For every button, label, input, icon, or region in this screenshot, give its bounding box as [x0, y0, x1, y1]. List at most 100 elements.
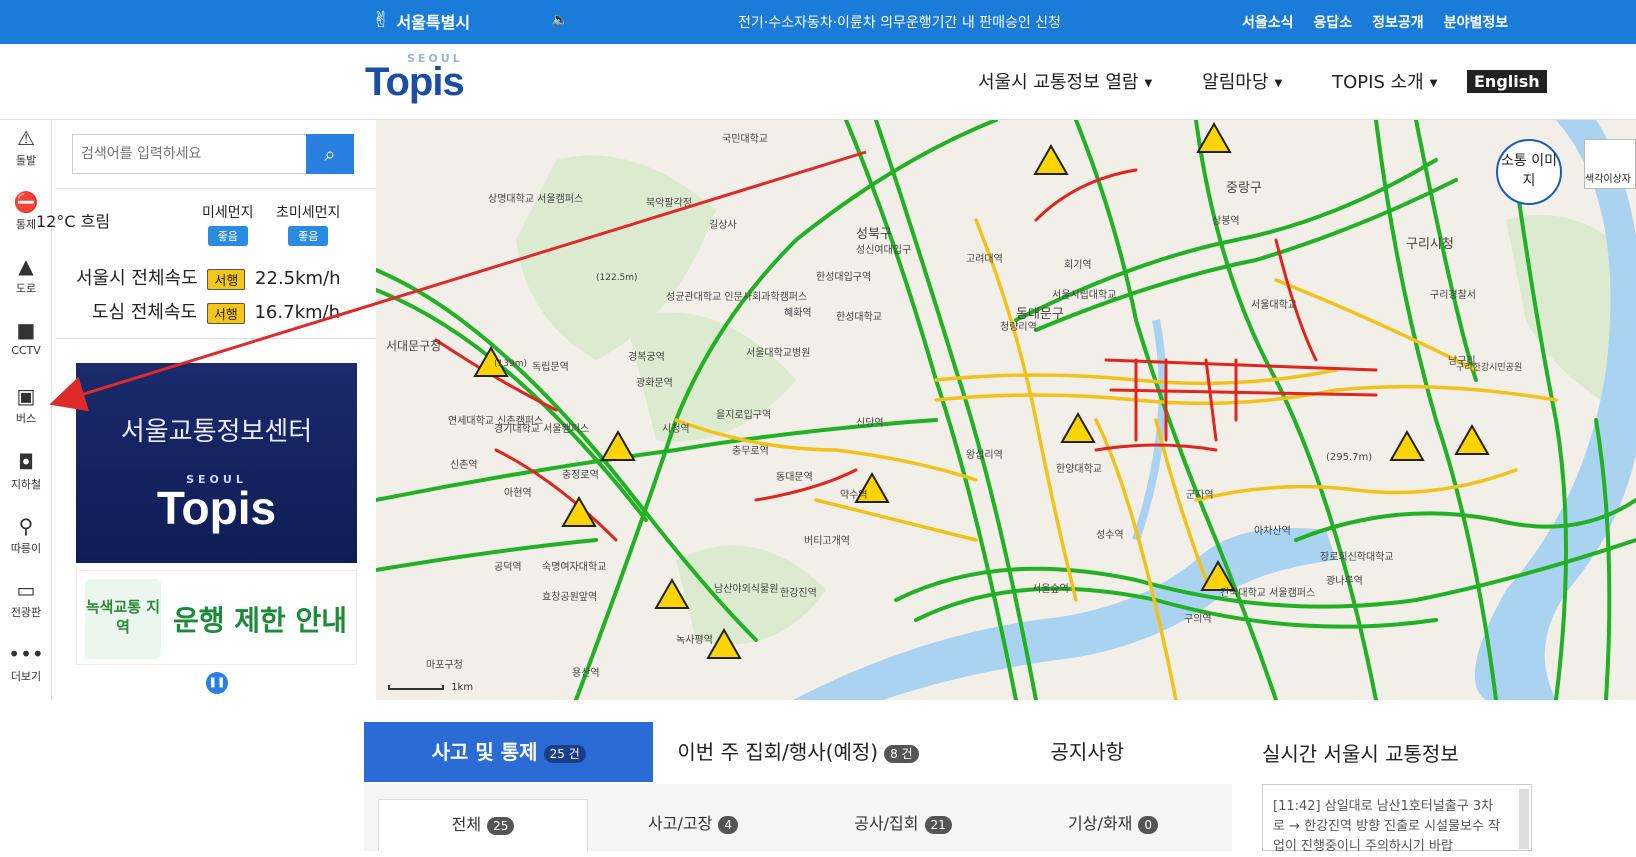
ultra-fine-dust-status-badge: 좋음	[288, 226, 329, 246]
live-scrollbar[interactable]	[1519, 789, 1529, 849]
map-label: 구리경찰서	[1430, 288, 1476, 301]
map-label: 구리시청	[1406, 237, 1454, 252]
main-nav: 서울시 교통정보 열람 ▼ 알림마당 ▼ TOPIS 소개 ▼	[978, 68, 1437, 94]
top-link-news[interactable]: 서울소식	[1242, 12, 1294, 32]
subtab-label: 기상/화재	[1068, 814, 1133, 833]
green-zone-banner[interactable]: 녹색교통 지역 운행 제한 안내	[76, 570, 357, 665]
map-label: 충정로역	[562, 469, 599, 481]
sidebar-item-road[interactable]: ▲ 도로	[0, 254, 52, 296]
map-label: 독립문역	[532, 360, 569, 373]
map-label: 아차산역	[1254, 525, 1291, 537]
signboard-icon: ▭	[16, 578, 36, 602]
map-label: 경복궁역	[628, 350, 665, 363]
colorblind-mode-button[interactable]: 색각이상자	[1584, 139, 1636, 189]
subtab-construction[interactable]: 공사/집회 21	[798, 799, 1008, 851]
pause-icon: ❚❚	[208, 677, 226, 688]
sidebar-item-label: CCTV	[11, 344, 41, 357]
map-label: 서울대학교병원	[746, 347, 810, 359]
map-label: 서울시립대학교	[1052, 288, 1116, 301]
map-label: 한성대학교	[836, 311, 882, 323]
top-link-disclosure[interactable]: 정보공개	[1372, 12, 1424, 32]
map-label: 시청역	[662, 423, 690, 435]
sidebar-item-label: 통제	[15, 218, 37, 231]
map-label: 한양대학교	[1056, 463, 1102, 475]
tab-incidents[interactable]: 사고 및 통제 25 건	[364, 722, 654, 782]
subtab-label: 사고/고장	[648, 814, 713, 833]
fine-dust-status-badge: 좋음	[207, 226, 248, 246]
seoul-city-logo[interactable]: ✌ 서울특별시	[372, 9, 470, 33]
map-label: 혜화역	[784, 307, 812, 319]
map-label: 장로회신학대학교	[1320, 551, 1394, 563]
seoul-logo-icon: ✌	[372, 8, 391, 33]
tab-label: 이번 주 집회/행사(예정)	[677, 740, 879, 764]
map-label: 광나루역	[1326, 575, 1363, 587]
traffic-map[interactable]: 상명대학교 서울캠퍼스 북악팔각정 길상사 국민대학교 성북구 성신여대입구 한…	[376, 120, 1636, 700]
downtown-speed-status-badge: 서행	[206, 302, 245, 324]
traffic-image-button[interactable]: 소통 이미지	[1496, 139, 1562, 205]
tab-notices[interactable]: 공지사항	[943, 722, 1232, 782]
road-icon: ▲	[18, 254, 34, 278]
english-button[interactable]: English	[1467, 70, 1547, 93]
downtown-speed-label: 도심 전체속도	[92, 302, 198, 323]
top-notice-link[interactable]: 전기·수소자동차·이륜차 의무운행기간 내 판매승인 신청	[738, 12, 1061, 32]
more-icon: •••	[8, 642, 44, 666]
map-label: (139m)	[494, 359, 527, 369]
green-zone-badge: 녹색교통 지역	[85, 579, 161, 659]
map-label: 구리한강시민공원	[1456, 362, 1522, 373]
banner-pause-button[interactable]: ❚❚	[206, 672, 228, 694]
sidebar-item-more[interactable]: ••• 더보기	[0, 642, 52, 684]
map-label: 성수역	[1096, 529, 1124, 541]
sidebar-item-label: 더보기	[10, 670, 42, 683]
search-button[interactable]: ⌕	[306, 134, 354, 174]
subtab-all[interactable]: 전체 25	[378, 799, 588, 851]
topis-center-banner[interactable]: 서울교통정보센터 SEOUL Topis	[76, 363, 357, 563]
city-speed: 서울시 전체속도 서행 22.5km/h	[76, 264, 341, 290]
subtab-accident[interactable]: 사고/고장 4	[588, 799, 798, 851]
sidebar-item-signboard[interactable]: ▭ 전광판	[0, 578, 52, 620]
scale-bar	[388, 685, 444, 690]
subtab-label: 공사/집회	[854, 814, 919, 833]
map-label: 숙명여자대학교	[542, 561, 606, 573]
map-label: 을지로입구역	[716, 408, 771, 421]
sidebar-item-bus[interactable]: ▣ 버스	[0, 384, 52, 426]
map-label: 국민대학교	[722, 133, 768, 145]
subway-icon: ◘	[18, 450, 34, 474]
ultra-fine-dust: 초미세먼지 좋음	[276, 202, 340, 246]
nav-notice-board[interactable]: 알림마당 ▼	[1202, 68, 1282, 94]
map-label: 서울숲역	[1032, 583, 1069, 595]
map-label: 남산야외식물원	[714, 583, 778, 595]
map-label: 군자역	[1186, 489, 1214, 501]
topis-logo[interactable]: SEOUL Topis	[365, 52, 485, 107]
live-traffic-box: [11:42] 삼일대로 남산1호터널출구 3차로 → 한강진역 방향 진출로 …	[1262, 784, 1532, 854]
caret-down-icon: ▼	[1144, 77, 1153, 89]
nav-traffic-info-label: 서울시 교통정보 열람	[978, 72, 1139, 93]
incident-subtabs: 전체 25 사고/고장 4 공사/집회 21 기상/화재 0	[364, 784, 1232, 851]
subtab-count-badge: 0	[1138, 815, 1158, 834]
map-label: 마포구청	[426, 659, 463, 671]
sidebar-item-cctv[interactable]: ■ CCTV	[0, 318, 52, 357]
sidebar-item-bike[interactable]: ⚲ 따릉이	[0, 514, 52, 556]
map-label: 성신여대입구	[856, 243, 911, 256]
search-input[interactable]	[73, 135, 309, 173]
sidebar-item-label: 따릉이	[10, 542, 42, 555]
map-label: 버티고개역	[804, 535, 850, 547]
map-label: 한강진역	[780, 587, 817, 599]
map-label: (122.5m)	[596, 273, 638, 283]
map-label: 구의역	[1184, 613, 1212, 625]
nav-about-topis[interactable]: TOPIS 소개 ▼	[1332, 68, 1437, 94]
sidebar-item-label: 지하철	[10, 478, 42, 491]
alarm-icon: ⚠	[17, 126, 35, 150]
top-link-response[interactable]: 응답소	[1314, 12, 1353, 32]
sidebar-item-subway[interactable]: ◘ 지하철	[0, 450, 52, 492]
speaker-icon[interactable]: 🔈	[551, 12, 568, 28]
search-icon: ⌕	[324, 142, 336, 166]
sidebar-item-label: 버스	[15, 412, 37, 425]
tab-events[interactable]: 이번 주 집회/행사(예정) 8 건	[653, 722, 942, 782]
map-label: 왕십리역	[966, 449, 1003, 461]
map-label: 경기대학교 서울캠퍼스	[494, 422, 589, 435]
subtab-weather[interactable]: 기상/화재 0	[1008, 799, 1218, 851]
top-link-sectors[interactable]: 분야별정보	[1444, 12, 1508, 32]
sidebar-item-incident[interactable]: ⚠ 돌발	[0, 126, 52, 168]
nav-traffic-info[interactable]: 서울시 교통정보 열람 ▼	[978, 68, 1152, 94]
bicycle-icon: ⚲	[18, 514, 34, 538]
